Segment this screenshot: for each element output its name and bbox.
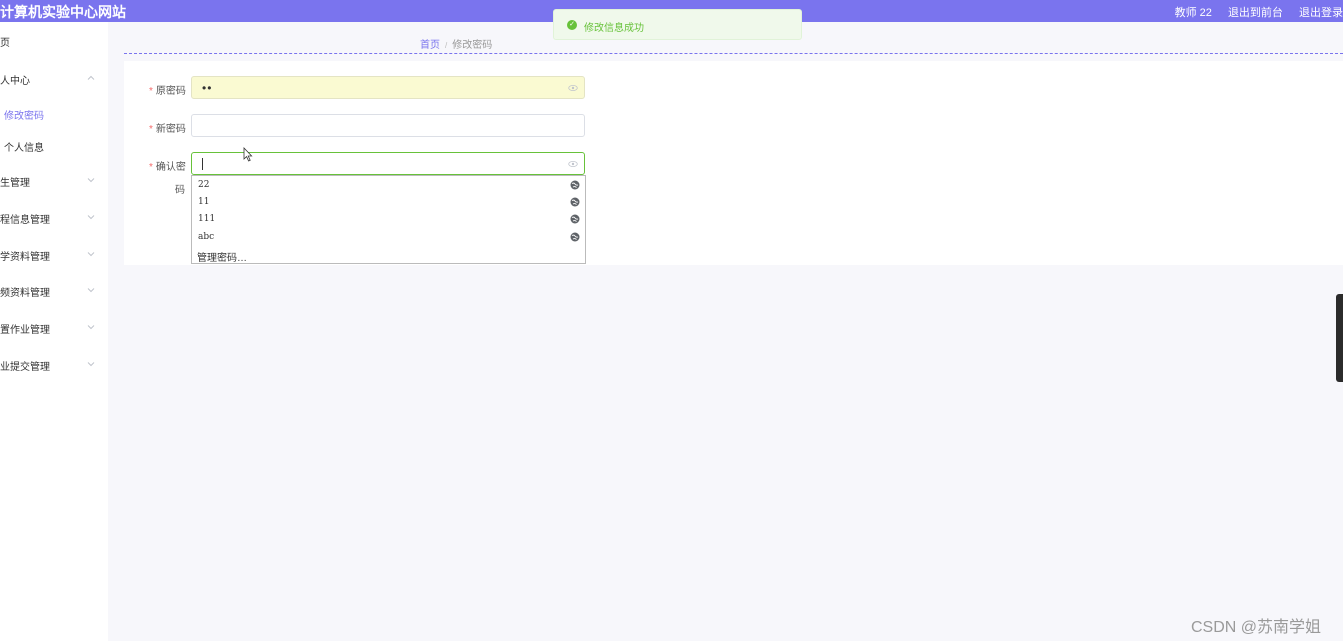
- autocomplete-item[interactable]: 11: [197, 195, 582, 211]
- sidebar-item-label: 程信息管理: [0, 215, 50, 226]
- sidebar-item-label: 置作业管理: [0, 325, 50, 336]
- sidebar-item-video-material-mgmt[interactable]: 频资料管理: [0, 284, 108, 300]
- sidebar-item-label: 学资料管理: [0, 252, 50, 263]
- sidebar-item-course-mgmt[interactable]: 程信息管理: [0, 211, 108, 227]
- top-right-links: 教师 22 退出到前台 退出登录: [1175, 4, 1343, 20]
- confirm-password-label: * 确认密: [149, 162, 186, 173]
- success-toast: ✓ 修改信息成功: [553, 9, 802, 40]
- sidebar-item-label: 人中心: [0, 76, 30, 87]
- new-password-label: * 新密码: [149, 124, 186, 135]
- manage-passwords-link[interactable]: 管理密码…: [197, 249, 247, 264]
- sidebar-item-homework-submit-mgmt[interactable]: 业提交管理: [0, 358, 108, 374]
- autocomplete-item[interactable]: 22: [197, 178, 582, 194]
- breadcrumb-current: 修改密码: [452, 40, 493, 51]
- chevron-down-icon: [87, 325, 95, 330]
- sidebar-item-assign-homework-mgmt[interactable]: 置作业管理: [0, 321, 108, 337]
- user-name: 教师 22: [1174, 7, 1212, 19]
- eye-icon[interactable]: [568, 83, 578, 93]
- globe-icon: [570, 214, 580, 224]
- old-password-value: ••: [202, 81, 213, 95]
- confirm-password-label-wrap: 码: [175, 185, 185, 196]
- globe-icon: [570, 180, 580, 190]
- mouse-cursor-icon: [243, 147, 253, 162]
- header-divider: [124, 53, 1343, 54]
- eye-icon[interactable]: [568, 159, 578, 169]
- chevron-down-icon: [87, 362, 95, 367]
- sidebar-subitem-change-password[interactable]: 修改密码: [4, 107, 44, 122]
- sidebar-item-label: 页: [0, 38, 10, 49]
- sidebar-item-home[interactable]: 页: [0, 34, 108, 50]
- chevron-down-icon: [87, 288, 95, 293]
- logout-link[interactable]: 退出登录: [1299, 7, 1343, 19]
- autocomplete-item[interactable]: 111: [197, 212, 582, 228]
- sidebar-item-label: 生管理: [0, 178, 30, 189]
- breadcrumb-separator: /: [445, 41, 448, 50]
- old-password-label: * 原密码: [149, 86, 186, 97]
- sidebar-item-label: 频资料管理: [0, 288, 50, 299]
- sidebar: 页 人中心 修改密码 个人信息 生管理 程信息管理 学资料管理 频资料管理 置作…: [0, 22, 108, 641]
- back-to-front-link[interactable]: 退出到前台: [1228, 7, 1283, 19]
- chevron-down-icon: [87, 252, 95, 257]
- chevron-down-icon: [87, 215, 95, 220]
- autocomplete-item[interactable]: abc: [197, 230, 582, 246]
- toast-message: 修改信息成功: [584, 23, 644, 34]
- old-password-input[interactable]: ••: [191, 76, 585, 99]
- sidebar-item-student-mgmt[interactable]: 生管理: [0, 174, 108, 190]
- breadcrumb-home[interactable]: 首页: [420, 40, 440, 51]
- new-password-input[interactable]: [191, 114, 585, 137]
- sidebar-item-label: 业提交管理: [0, 362, 50, 373]
- breadcrumb: 首页 / 修改密码: [420, 36, 492, 51]
- site-title: 计算机实验中心网站: [0, 4, 126, 20]
- chevron-up-icon: [87, 75, 95, 80]
- sidebar-item-personal-center[interactable]: 人中心: [0, 72, 108, 88]
- sidebar-item-teaching-material-mgmt[interactable]: 学资料管理: [0, 248, 108, 264]
- watermark: CSDN @苏南学姐: [1191, 619, 1322, 636]
- globe-icon: [570, 232, 580, 242]
- sidebar-subitem-personal-info[interactable]: 个人信息: [4, 139, 44, 154]
- globe-icon: [570, 197, 580, 207]
- scrollbar-thumb[interactable]: [1336, 294, 1343, 382]
- chevron-down-icon: [87, 178, 95, 183]
- text-caret: [202, 158, 203, 170]
- password-autocomplete-dropdown: 22 11 111 abc 管理密码…: [191, 175, 586, 264]
- check-circle-icon: ✓: [567, 20, 577, 30]
